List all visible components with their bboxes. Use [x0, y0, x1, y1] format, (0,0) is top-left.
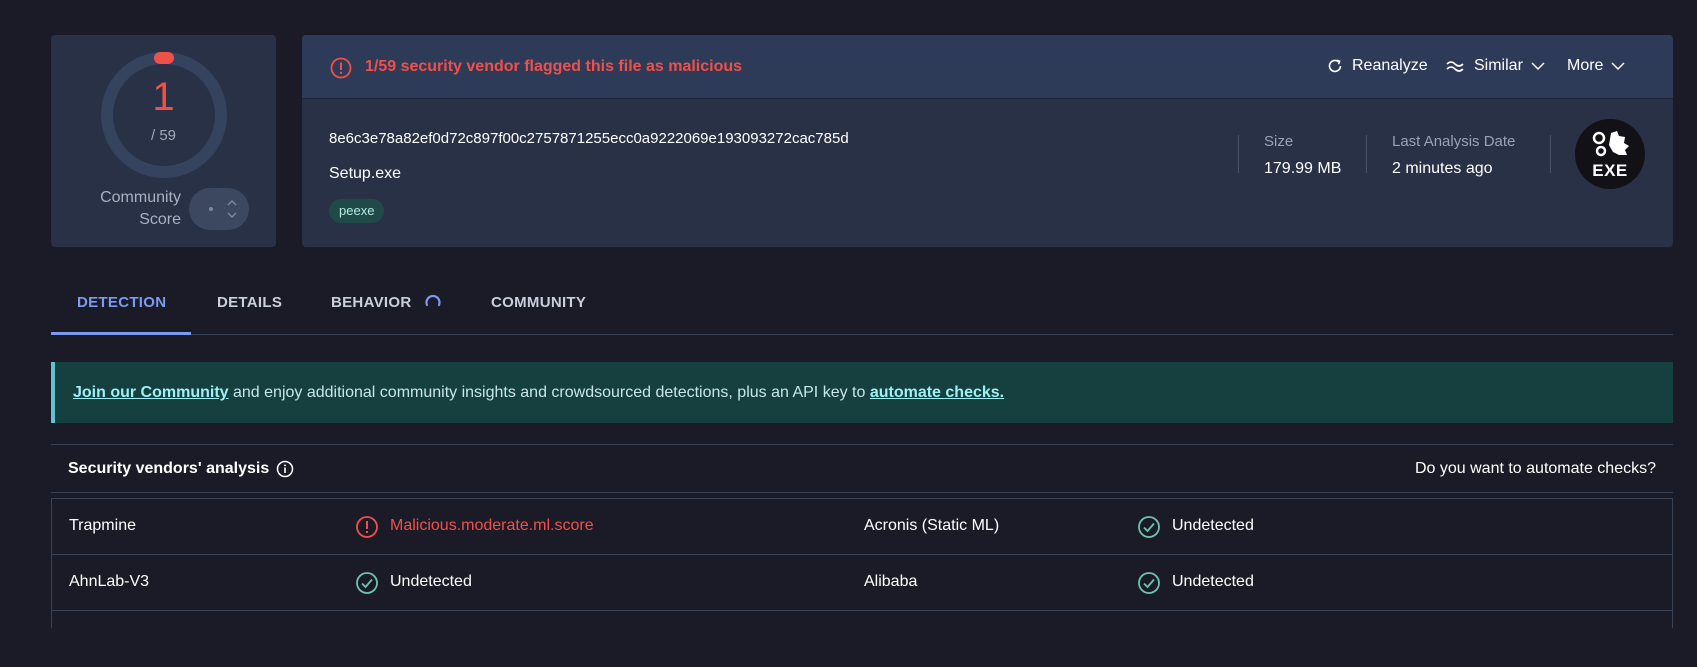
alert-icon	[330, 57, 352, 79]
similar-icon	[1446, 61, 1464, 72]
size-label: Size	[1264, 133, 1294, 150]
table-row: AhnLab-V3 Undetected Alibaba Undetected	[52, 555, 1672, 611]
community-vote-toggle[interactable]	[189, 188, 249, 230]
last-analysis-value: 2 minutes ago	[1392, 160, 1493, 177]
check-circle-icon	[1138, 572, 1160, 594]
chevron-down-icon	[1531, 62, 1545, 71]
file-type-badge: EXE	[1575, 119, 1645, 189]
tab-details[interactable]: DETAILS	[217, 278, 282, 335]
vendor-name: Acronis (Static ML)	[864, 517, 1000, 534]
similar-dropdown[interactable]: Similar	[1446, 57, 1545, 75]
check-circle-icon	[1138, 516, 1160, 538]
similar-label: Similar	[1474, 57, 1523, 74]
file-type-label: EXE	[1592, 161, 1628, 180]
gears-icon	[1592, 131, 1629, 157]
reanalyze-label: Reanalyze	[1352, 57, 1428, 74]
vendors-table: Trapmine Malicious.moderate.ml.score Acr…	[51, 498, 1673, 628]
tab-detection[interactable]: DETECTION	[77, 278, 166, 335]
vendor-result: Undetected	[1172, 517, 1254, 534]
vote-dot-icon	[209, 207, 213, 211]
active-tab-indicator	[51, 332, 191, 335]
info-icon[interactable]	[276, 460, 294, 478]
file-name: Setup.exe	[329, 165, 402, 182]
vendor-result: Malicious.moderate.ml.score	[390, 517, 594, 534]
vote-arrows-icon[interactable]	[227, 199, 237, 219]
chevron-down-icon	[1611, 62, 1625, 71]
community-score-label-line1: Community	[100, 189, 181, 206]
vendors-title: Security vendors' analysis	[68, 460, 270, 477]
file-tag[interactable]: peexe	[329, 199, 385, 223]
community-score-label: Community Score	[100, 187, 181, 231]
divider	[1238, 135, 1239, 173]
tab-behavior[interactable]: BEHAVIOR	[331, 278, 442, 335]
file-hash[interactable]: 8e6c3e78a82ef0d72c897f00c2757871255ecc0a…	[329, 130, 849, 147]
table-row	[52, 611, 1672, 667]
size-value: 179.99 MB	[1264, 160, 1342, 177]
divider	[1366, 135, 1367, 173]
vendor-result: Undetected	[390, 573, 472, 590]
automate-checks-prompt[interactable]: Do you want to automate checks?	[1415, 460, 1656, 478]
tab-behavior-label: BEHAVIOR	[331, 294, 412, 311]
vendor-name: AhnLab-V3	[69, 573, 150, 590]
community-score-label-line2: Score	[139, 211, 181, 228]
vendor-name: Trapmine	[69, 517, 136, 534]
refresh-icon	[1328, 59, 1342, 73]
vendor-total: / 59	[150, 127, 177, 144]
automate-checks-link[interactable]: automate checks.	[870, 384, 1004, 401]
tab-bar: DETECTION DETAILS BEHAVIOR COMMUNITY	[51, 278, 1673, 335]
divider	[1550, 135, 1551, 173]
malicious-alert-icon	[356, 516, 378, 538]
reanalyze-button[interactable]: Reanalyze	[1326, 57, 1428, 75]
loading-spinner-icon	[425, 294, 441, 307]
join-community-link[interactable]: Join our Community	[73, 384, 229, 401]
last-analysis-label: Last Analysis Date	[1392, 133, 1516, 150]
check-circle-icon	[356, 572, 378, 594]
community-score-card: 1 / 59 Community Score	[51, 35, 276, 247]
detection-count: 1	[152, 75, 175, 119]
alert-header: 1/59 security vendor flagged this file a…	[302, 35, 1673, 99]
vendors-header: Security vendors' analysis Do you want t…	[51, 444, 1673, 493]
community-banner: Join our Community and enjoy additional …	[51, 362, 1673, 423]
file-info-card: 1/59 security vendor flagged this file a…	[302, 35, 1673, 247]
tab-community[interactable]: COMMUNITY	[491, 278, 586, 335]
more-dropdown[interactable]: More	[1567, 57, 1625, 75]
malicious-alert-text: 1/59 security vendor flagged this file a…	[365, 58, 743, 75]
vendor-result: Undetected	[1172, 573, 1254, 590]
vendor-name: Alibaba	[864, 573, 918, 590]
banner-text: and enjoy additional community insights …	[228, 384, 870, 401]
more-label: More	[1567, 57, 1604, 74]
table-row: Trapmine Malicious.moderate.ml.score Acr…	[52, 499, 1672, 555]
